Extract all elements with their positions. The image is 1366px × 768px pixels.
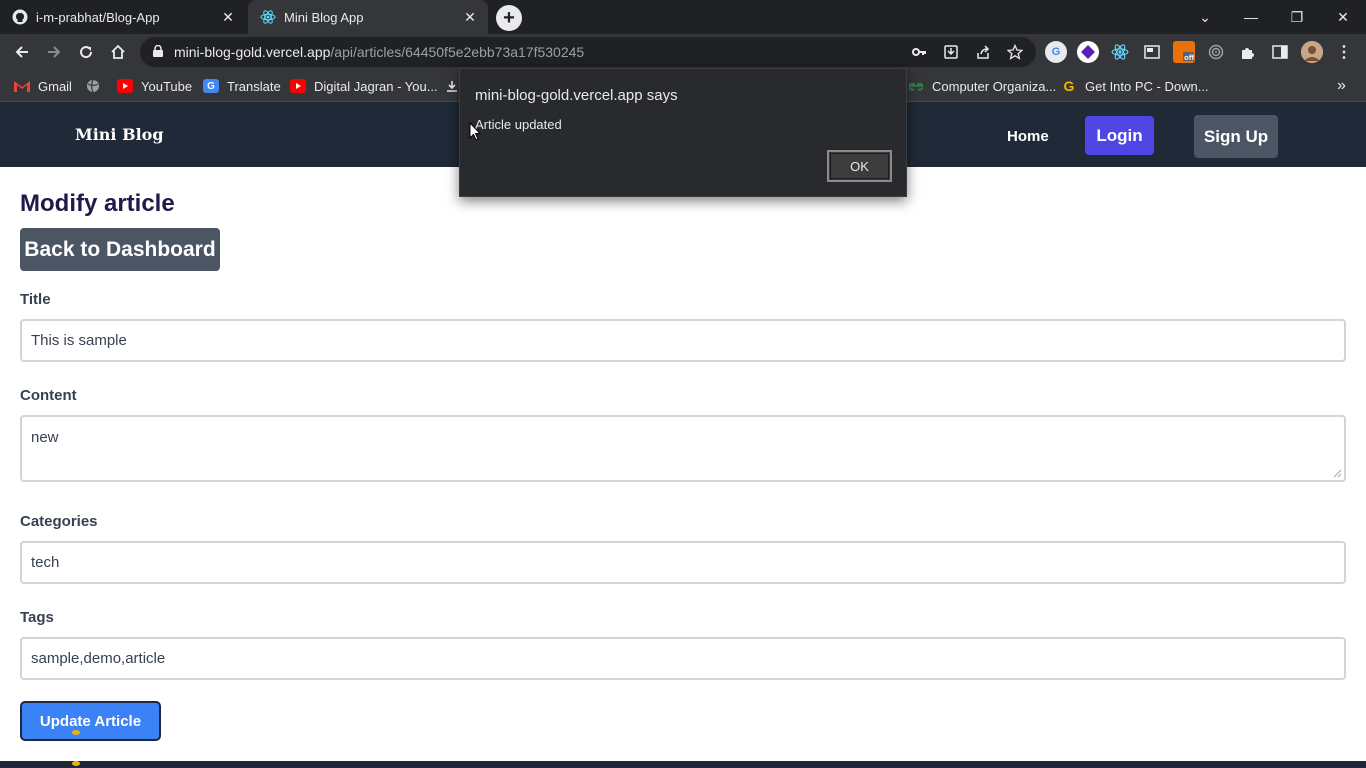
bookmark-youtube[interactable]: YouTube [117,78,192,94]
home-icon[interactable] [104,38,132,66]
forward-arrow-icon[interactable] [40,38,68,66]
url-text: mini-blog-gold.vercel.app/api/articles/6… [174,44,584,60]
content-textarea[interactable]: new [20,415,1346,482]
google-translate-extension-icon[interactable]: G [1045,41,1067,63]
tags-input[interactable]: sample,demo,article [20,637,1346,680]
bookmark-star-icon[interactable] [1006,43,1024,61]
url-domain: mini-blog-gold.vercel.app [174,44,331,60]
bookmark-label: Computer Organiza... [932,78,1057,94]
youtube-icon [290,79,306,93]
bookmark-digital-jagran[interactable]: Digital Jagran - You... [290,78,438,94]
reload-icon[interactable] [72,38,100,66]
translate-icon: G [203,79,219,93]
alert-dialog: mini-blog-gold.vercel.app says Article u… [459,68,907,197]
categories-input[interactable]: tech [20,541,1346,584]
bookmark-label: Gmail [38,78,72,94]
bookmark-label: Translate [227,78,281,94]
bookmark-label: YouTube [141,78,193,94]
click-indicator [72,730,80,735]
profile-avatar[interactable] [1301,41,1323,63]
share-icon[interactable] [974,43,992,61]
diamond-extension-icon[interactable] [1077,41,1099,63]
signup-button[interactable]: Sign Up [1194,115,1278,158]
bookmark-get-into-pc[interactable]: G Get Into PC - Down... [1061,78,1209,94]
extensions-puzzle-icon[interactable] [1237,41,1259,63]
update-article-button[interactable]: Update Article [20,701,161,741]
download-icon [444,79,460,93]
title-label: Title [20,291,51,308]
back-arrow-icon[interactable] [8,38,36,66]
tab-search-icon[interactable]: ⌄ [1182,0,1228,34]
bookmark-label: Get Into PC - Down... [1085,78,1209,94]
github-icon [12,9,28,25]
tab-github[interactable]: i-m-prabhat/Blog-App ✕ [0,0,246,34]
address-bar[interactable]: mini-blog-gold.vercel.app/api/articles/6… [140,37,1036,67]
globe-icon [85,79,101,93]
tab-mini-blog[interactable]: Mini Blog App ✕ [248,0,488,34]
dialog-title: mini-blog-gold.vercel.app says [475,87,678,104]
browser-tab-strip: i-m-prabhat/Blog-App ✕ Mini Blog App ✕ +… [0,0,1366,34]
modify-article-page: Modify article Back to Dashboard Title T… [0,167,1366,761]
svg-text:off: off [1184,54,1194,62]
bookmark-label: Digital Jagran - You... [314,78,438,94]
categories-label: Categories [20,513,98,530]
bookmark-gmail[interactable]: Gmail [14,78,72,94]
url-path: /api/articles/64450f5e2ebb73a17f530245 [330,44,585,60]
content-value: new [31,429,59,446]
gmail-icon [14,79,30,93]
brand-logo[interactable]: Mini Blog [75,125,164,144]
bookmark-globe[interactable] [85,78,109,94]
restore-button[interactable]: ❐ [1274,0,1320,34]
click-indicator [72,761,80,766]
picture-in-picture-icon[interactable] [1141,41,1163,63]
page-title: Modify article [20,190,175,217]
bookmark-computer-organization[interactable]: Computer Organiza... [908,78,1056,94]
tags-label: Tags [20,609,54,626]
tab-title: i-m-prabhat/Blog-App [36,9,160,25]
install-app-icon[interactable] [942,43,960,61]
dialog-message: Article updated [475,117,562,132]
key-icon[interactable] [910,43,928,61]
target-extension-icon[interactable] [1205,41,1227,63]
react-icon [260,9,276,25]
chrome-menu-icon[interactable]: ⋮ [1333,41,1355,63]
new-tab-button[interactable]: + [496,5,522,31]
react-devtools-icon[interactable] [1109,41,1131,63]
close-tab-icon[interactable]: ✕ [458,9,482,26]
bookmark-translate[interactable]: G Translate [203,78,281,94]
close-tab-icon[interactable]: ✕ [216,9,240,26]
mouse-pointer-icon [469,122,481,141]
dialog-ok-button[interactable]: OK [827,150,892,182]
dark-mode-off-extension-icon[interactable]: off [1173,41,1195,63]
youtube-icon [117,79,133,93]
tab-title: Mini Blog App [284,9,364,25]
gfg-icon [908,79,924,93]
back-to-dashboard-button[interactable]: Back to Dashboard [20,228,220,271]
lock-icon [153,45,163,57]
content-label: Content [20,387,77,404]
nav-home-link[interactable]: Home [1007,128,1049,145]
minimize-button[interactable]: — [1228,0,1274,34]
g-icon: G [1063,78,1075,94]
close-window-button[interactable]: ✕ [1320,0,1366,34]
side-panel-icon[interactable] [1269,41,1291,63]
title-input[interactable]: This is sample [20,319,1346,362]
resize-grip-icon[interactable] [1333,469,1342,478]
login-button[interactable]: Login [1085,116,1154,155]
more-bookmarks-icon[interactable]: » [1337,77,1346,94]
